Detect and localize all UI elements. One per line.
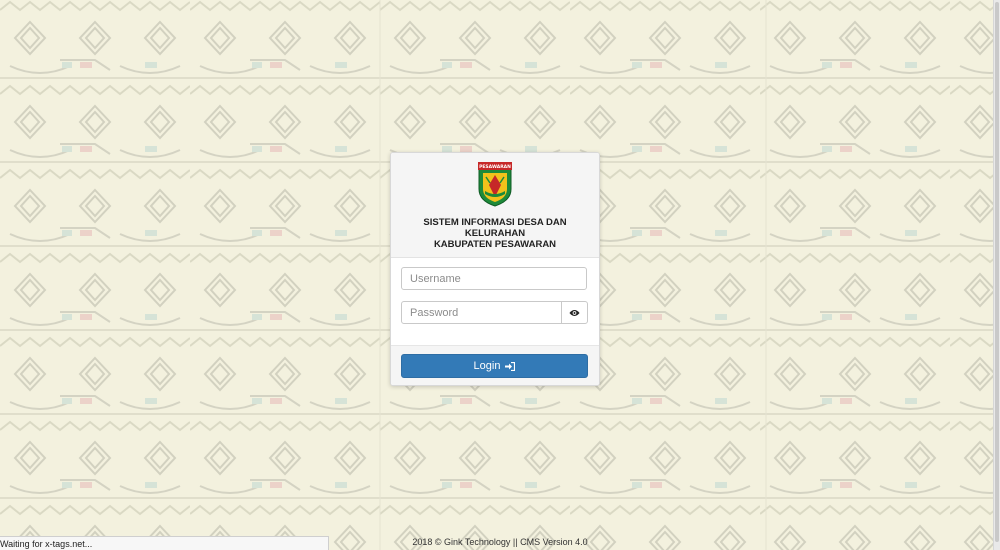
scrollbar-thumb[interactable] bbox=[995, 2, 999, 542]
show-password-button[interactable] bbox=[561, 301, 588, 324]
login-panel-header: PESAWARAN SISTEM INFORMASI DESA DAN KELU… bbox=[391, 153, 599, 258]
eye-icon bbox=[569, 309, 580, 316]
login-panel-footer: Login bbox=[391, 345, 599, 385]
vertical-scrollbar[interactable] bbox=[993, 0, 1000, 550]
password-group bbox=[401, 301, 588, 325]
logo-text: PESAWARAN bbox=[479, 164, 511, 170]
username-input[interactable] bbox=[401, 267, 587, 290]
login-button-label: Login bbox=[473, 360, 501, 372]
login-panel: PESAWARAN SISTEM INFORMASI DESA DAN KELU… bbox=[390, 152, 600, 386]
browser-status-bar: Waiting for x-tags.net... bbox=[0, 536, 329, 550]
pesawaran-logo: PESAWARAN bbox=[478, 162, 512, 207]
sign-in-icon bbox=[505, 361, 516, 371]
app-title-line-3: KABUPATEN PESAWARAN bbox=[433, 239, 557, 250]
app-title: SISTEM INFORMASI DESA DAN KELURAHAN KABU… bbox=[391, 217, 599, 250]
password-input[interactable] bbox=[401, 301, 562, 324]
app-title-line-1: SISTEM INFORMASI DESA DAN bbox=[423, 217, 567, 228]
app-title-line-2: KELURAHAN bbox=[464, 228, 526, 239]
login-button[interactable]: Login bbox=[401, 354, 588, 378]
